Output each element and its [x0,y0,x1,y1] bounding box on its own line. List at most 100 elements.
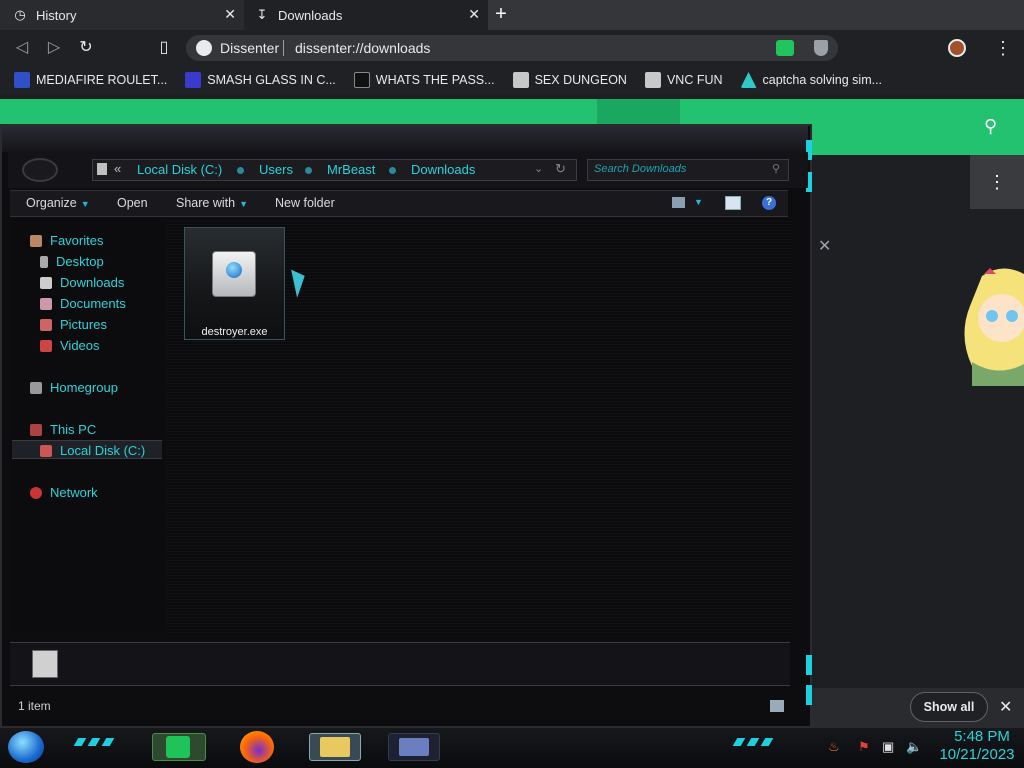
close-tab-icon[interactable]: ✕ [468,6,480,23]
bookmark-item[interactable]: MEDIAFIRE ROULET... [14,72,167,88]
bookmark-label: WHATS THE PASS... [375,73,495,87]
clock-date[interactable]: 10/21/2023 [930,746,1024,763]
action-center-icon[interactable]: ⚑ [858,739,870,755]
network-tray-icon[interactable]: ▣ [882,739,894,755]
nav-label: Desktop [56,254,104,269]
pictures-icon [40,318,52,331]
bookmark-label: captcha solving sim... [762,73,883,87]
details-pane [10,642,790,686]
organize-button[interactable]: Organize ▼ [26,196,90,210]
site-icon [353,72,370,88]
downloads-folder-icon [40,276,52,289]
preview-pane-icon[interactable] [725,196,741,210]
file-name: destroyer.exe [201,326,268,338]
nav-this-pc[interactable]: This PC [30,422,96,437]
breadcrumb-overflow[interactable]: « [114,161,121,176]
bookmark-item[interactable]: VNC FUN [644,72,723,88]
download-icon: ↧ [256,7,268,22]
breadcrumb-separator[interactable] [237,167,244,174]
bookmark-item[interactable]: SEX DUNGEON [512,72,627,88]
chevron-down-icon: ▼ [80,199,90,209]
search-icon[interactable]: ⚲ [984,116,997,137]
java-update-icon[interactable]: ♨ [828,739,840,755]
more-options-button[interactable]: ⋮ [970,155,1024,209]
new-tab-button[interactable]: + [490,4,512,26]
nav-local-disk[interactable]: Local Disk (C:) [40,443,145,458]
bookmark-item[interactable]: captcha solving sim... [740,72,883,88]
chevron-down-icon[interactable]: ⌄ [534,162,543,175]
star-icon [30,234,42,247]
close-tab-icon[interactable]: ✕ [224,6,236,23]
nav-network[interactable]: Network [30,485,98,500]
show-all-button[interactable]: Show all [910,692,988,722]
help-icon[interactable]: ? [762,196,776,210]
forward-icon[interactable]: ▷ [44,38,64,58]
nav-desktop[interactable]: Desktop [40,254,104,269]
breadcrumb-users[interactable]: Users [259,162,293,177]
nav-label: Documents [60,296,126,311]
nav-label: Network [50,485,98,500]
tab-downloads[interactable]: ↧ Downloads ✕ [244,0,488,30]
clock-time[interactable]: 5:48 PM [942,728,1022,745]
volume-icon[interactable]: 🔈 [906,739,922,755]
nav-label: Local Disk (C:) [60,443,146,458]
url-text[interactable]: dissenter://downloads [295,40,430,56]
folder-icon [32,650,58,678]
breadcrumb-separator[interactable] [389,167,396,174]
bookmark-item[interactable]: WHATS THE PASS... [353,72,495,88]
app-window-icon [399,738,429,756]
profile-avatar[interactable] [948,39,966,57]
nav-favorites[interactable]: Favorites [30,233,103,248]
nav-homegroup[interactable]: Homegroup [30,380,118,395]
tab-label: Downloads [278,7,343,23]
back-icon[interactable]: ◁ [12,38,32,58]
url-divider [283,40,284,56]
nav-label: Pictures [60,317,107,332]
bookmark-label: VNC FUN [666,73,723,87]
share-with-button[interactable]: Share with ▼ [176,196,248,210]
tab-history[interactable]: ◷ History ✕ [0,0,244,30]
start-button[interactable] [8,731,44,763]
folder-icon [320,737,350,757]
back-forward-orb-icon[interactable] [22,158,58,182]
breadcrumb-downloads[interactable]: Downloads [411,162,475,177]
nav-documents[interactable]: Documents [40,296,126,311]
item-count: 1 item [18,699,51,713]
site-icon [740,72,757,88]
breadcrumb-local-disk[interactable]: Local Disk (C:) [137,162,222,177]
folder-icon [97,163,107,175]
extension-icon[interactable] [776,40,794,56]
status-bar [10,696,790,718]
drive-icon [40,444,52,457]
nav-downloads[interactable]: Downloads [40,275,124,290]
bookmark-icon[interactable]: ▯ [154,38,174,58]
breadcrumb-mrbeast[interactable]: MrBeast [327,162,375,177]
organize-label: Organize [26,196,77,210]
close-icon[interactable]: ✕ [818,236,831,256]
site-icon[interactable] [196,40,212,56]
new-folder-button[interactable]: New folder [275,196,335,210]
firefox-icon[interactable] [240,731,274,763]
refresh-icon[interactable]: ↻ [555,161,566,177]
change-view-icon[interactable] [672,197,685,208]
notes-icon [166,736,190,758]
bookmark-label: MEDIAFIRE ROULET... [36,73,168,87]
shield-icon[interactable] [814,40,828,56]
close-shelf-icon[interactable]: ✕ [999,697,1012,717]
reload-icon[interactable]: ↻ [76,38,96,58]
nav-label: Videos [60,338,100,353]
search-icon[interactable]: ⚲ [772,162,780,175]
breadcrumb-separator[interactable] [305,167,312,174]
nav-label: Homegroup [50,380,118,395]
share-with-label: Share with [176,196,236,210]
bookmark-item[interactable]: SMASH GLASS IN C... [185,72,336,88]
nav-pictures[interactable]: Pictures [40,317,107,332]
chevron-down-icon[interactable]: ▼ [694,197,703,207]
menu-icon[interactable]: ⋮ [994,38,1012,59]
details-view-icon[interactable] [770,700,784,712]
site-name: Dissenter [220,40,280,56]
bookmark-label: SEX DUNGEON [534,73,627,87]
open-button[interactable]: Open [117,196,148,210]
window-titlebar[interactable] [2,126,808,152]
nav-videos[interactable]: Videos [40,338,100,353]
